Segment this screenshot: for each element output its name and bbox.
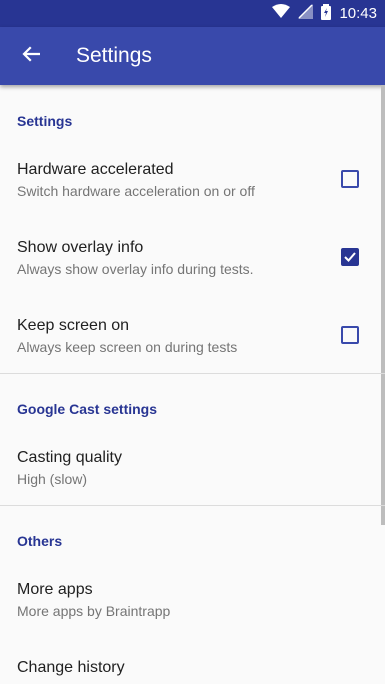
hardware-accelerated-checkbox[interactable]	[341, 170, 359, 188]
section-header-settings: Settings	[17, 113, 73, 129]
pref-title: Casting quality	[17, 449, 122, 466]
wifi-icon	[272, 4, 291, 23]
pref-title: Show overlay info	[17, 239, 144, 256]
pref-title: More apps	[17, 581, 93, 598]
pref-show-overlay-info[interactable]: Show overlay info Always show overlay in…	[0, 223, 385, 298]
pref-keep-screen-on[interactable]: Keep screen on Always keep screen on dur…	[0, 301, 385, 376]
page-title: Settings	[76, 44, 152, 67]
settings-list: Settings Hardware accelerated Switch har…	[0, 85, 385, 684]
pref-title: Keep screen on	[17, 317, 130, 334]
pref-change-history[interactable]: Change history	[0, 643, 385, 684]
pref-casting-quality[interactable]: Casting quality High (slow)	[0, 433, 385, 508]
clock: 10:43	[339, 5, 377, 22]
arrow-back-icon	[22, 45, 41, 67]
keep-screen-on-checkbox[interactable]	[341, 326, 359, 344]
back-button[interactable]	[16, 41, 46, 71]
pref-hardware-accelerated[interactable]: Hardware accelerated Switch hardware acc…	[0, 145, 385, 220]
pref-summary: More apps by Braintrapp	[17, 603, 171, 619]
section-header-others: Others	[17, 533, 63, 549]
section-header-google-cast: Google Cast settings	[17, 401, 158, 417]
pref-title: Change history	[17, 659, 125, 676]
pref-more-apps[interactable]: More apps More apps by Braintrapp	[0, 565, 385, 640]
show-overlay-info-checkbox[interactable]	[341, 248, 359, 266]
section-divider	[0, 505, 385, 506]
pref-summary: High (slow)	[17, 471, 88, 487]
battery-charging-icon	[321, 3, 332, 24]
pref-summary: Always keep screen on during tests	[17, 339, 238, 355]
pref-title: Hardware accelerated	[17, 161, 174, 178]
pref-summary: Switch hardware acceleration on or off	[17, 183, 255, 199]
app-bar: Settings	[0, 27, 385, 85]
pref-summary: Always show overlay info during tests.	[17, 261, 254, 277]
status-bar: 10:43	[0, 0, 385, 27]
cellular-signal-icon	[298, 4, 314, 23]
section-divider	[0, 373, 385, 374]
